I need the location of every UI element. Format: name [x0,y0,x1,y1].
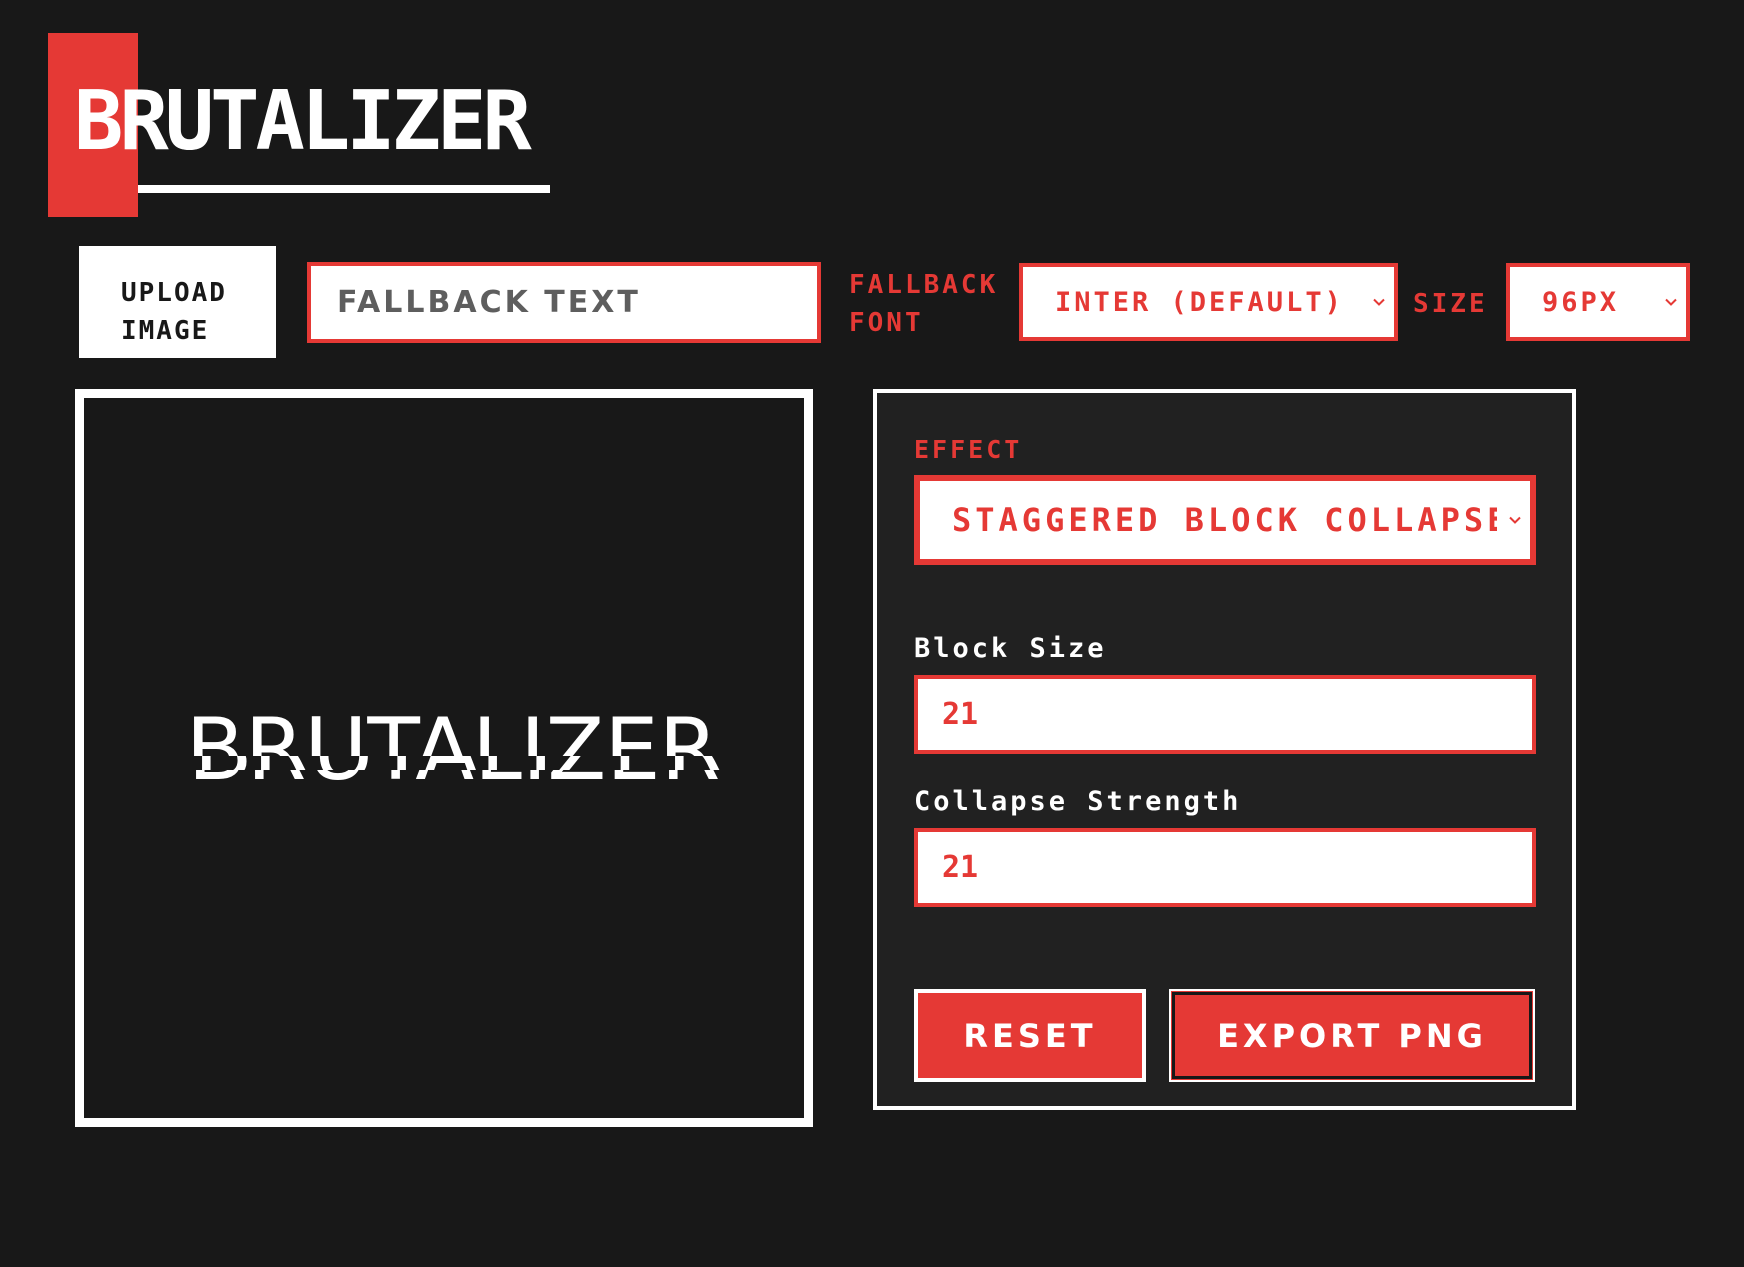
fallback-font-selected: INTER (DEFAULT) [1055,286,1344,318]
size-label: SIZE [1413,289,1488,319]
fallback-font-label-line2: FONT [849,308,924,338]
block-size-input[interactable] [914,675,1536,754]
export-png-button[interactable]: EXPORT PNG [1169,989,1535,1082]
fallback-font-label-line1: FALLBACK [849,270,999,300]
chevron-down-icon [1664,293,1678,312]
collapse-strength-label: Collapse Strength [914,786,1242,817]
upload-label-line1: UPLOAD [121,278,227,308]
preview-rendered-text: BRUTALIZER BRUTALIZER BRUTALIZER [186,700,727,800]
chevron-down-icon [1508,511,1522,530]
block-size-label: Block Size [914,633,1107,664]
app-title: BRUTALIZER [74,74,532,169]
effect-label: EFFECT [914,435,1023,464]
preview-canvas[interactable]: BRUTALIZER BRUTALIZER BRUTALIZER [84,398,804,1118]
fallback-font-label: FALLBACK FONT [849,266,1009,342]
effect-select[interactable]: STAGGERED BLOCK COLLAPSE [914,475,1536,565]
fallback-font-select[interactable]: INTER (DEFAULT) [1019,263,1398,341]
size-select[interactable]: 96PX [1506,263,1690,341]
upload-image-button[interactable]: UPLOAD IMAGE [79,246,276,358]
collapse-strength-input[interactable] [914,828,1536,907]
chevron-down-icon [1372,293,1386,312]
logo-underline [138,185,550,193]
app-root: BRUTALIZER UPLOAD IMAGE FALLBACK FONT IN… [0,0,1744,1267]
upload-label-line2: IMAGE [121,316,210,346]
controls-panel: EFFECT STAGGERED BLOCK COLLAPSE Block Si… [873,389,1576,1110]
size-selected: 96PX [1542,286,1620,318]
reset-button[interactable]: RESET [914,989,1146,1082]
effect-selected: STAGGERED BLOCK COLLAPSE [952,501,1497,539]
fallback-text-input[interactable] [307,262,821,343]
preview-canvas-frame: BRUTALIZER BRUTALIZER BRUTALIZER [75,389,813,1127]
